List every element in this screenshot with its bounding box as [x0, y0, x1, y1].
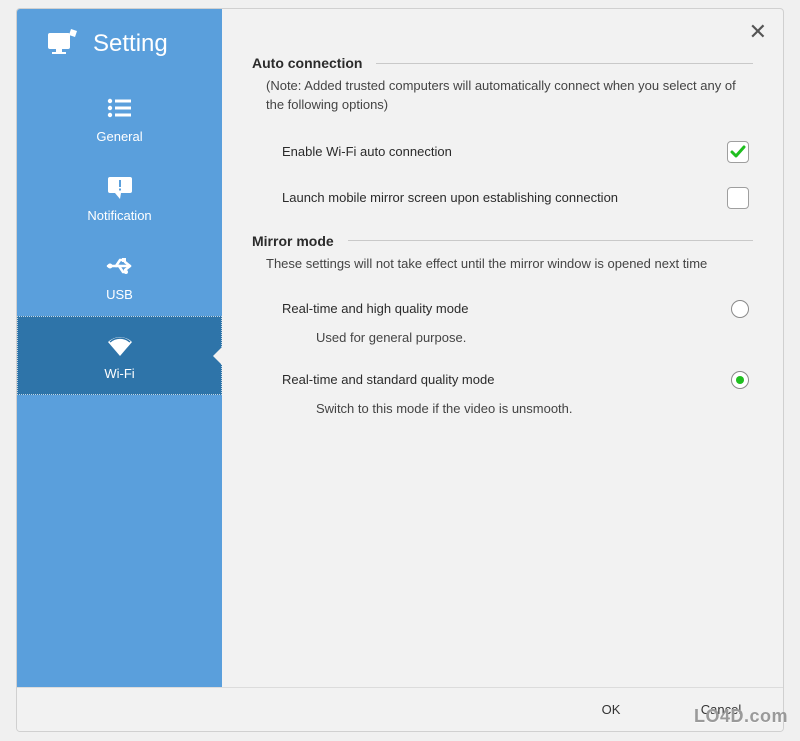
option-label: Real-time and high quality mode: [282, 301, 731, 316]
option-label: Enable Wi-Fi auto connection: [282, 144, 727, 159]
section-note: (Note: Added trusted computers will auto…: [252, 71, 753, 129]
settings-icon: [45, 27, 79, 61]
section-title-auto-connection: Auto connection: [252, 55, 753, 71]
dialog-footer: OK Cancel: [17, 687, 783, 731]
option-standard-quality: Real-time and standard quality mode: [252, 359, 753, 401]
option-label: Real-time and standard quality mode: [282, 372, 731, 387]
ok-button[interactable]: OK: [571, 696, 651, 724]
list-icon: [105, 93, 135, 123]
sidebar-item-label: USB: [106, 287, 133, 302]
sidebar-item-label: Wi-Fi: [104, 366, 134, 381]
radio-standard-quality[interactable]: [731, 371, 749, 389]
option-sublabel: Used for general purpose.: [252, 330, 753, 359]
page-title: Setting: [93, 30, 168, 58]
settings-content: ✕ Auto connection (Note: Added trusted c…: [222, 9, 783, 687]
close-button[interactable]: ✕: [749, 21, 767, 43]
divider: [348, 240, 753, 241]
checkbox-launch-mirror[interactable]: [727, 187, 749, 209]
wifi-icon: [105, 330, 135, 360]
divider: [376, 63, 753, 64]
section-title-text: Auto connection: [252, 55, 362, 71]
sidebar-item-general[interactable]: General: [17, 79, 222, 158]
sidebar-item-wifi[interactable]: Wi-Fi: [17, 316, 222, 395]
option-label: Launch mobile mirror screen upon establi…: [282, 190, 727, 205]
notification-icon: [105, 172, 135, 202]
sidebar-item-label: General: [96, 129, 142, 144]
sidebar-item-label: Notification: [87, 208, 151, 223]
section-note: These settings will not take effect unti…: [252, 249, 753, 288]
sidebar: Setting General Notification USB: [17, 9, 222, 687]
checkbox-enable-wifi-auto[interactable]: [727, 141, 749, 163]
cancel-button[interactable]: Cancel: [681, 696, 761, 724]
radio-high-quality[interactable]: [731, 300, 749, 318]
option-launch-mirror: Launch mobile mirror screen upon establi…: [252, 175, 753, 221]
sidebar-title: Setting: [17, 9, 222, 79]
option-high-quality: Real-time and high quality mode: [252, 288, 753, 330]
settings-window: Setting General Notification USB: [16, 8, 784, 732]
sidebar-item-notification[interactable]: Notification: [17, 158, 222, 237]
usb-icon: [105, 251, 135, 281]
section-title-text: Mirror mode: [252, 233, 334, 249]
option-enable-wifi-auto: Enable Wi-Fi auto connection: [252, 129, 753, 175]
option-sublabel: Switch to this mode if the video is unsm…: [252, 401, 753, 430]
sidebar-item-usb[interactable]: USB: [17, 237, 222, 316]
section-title-mirror-mode: Mirror mode: [252, 233, 753, 249]
